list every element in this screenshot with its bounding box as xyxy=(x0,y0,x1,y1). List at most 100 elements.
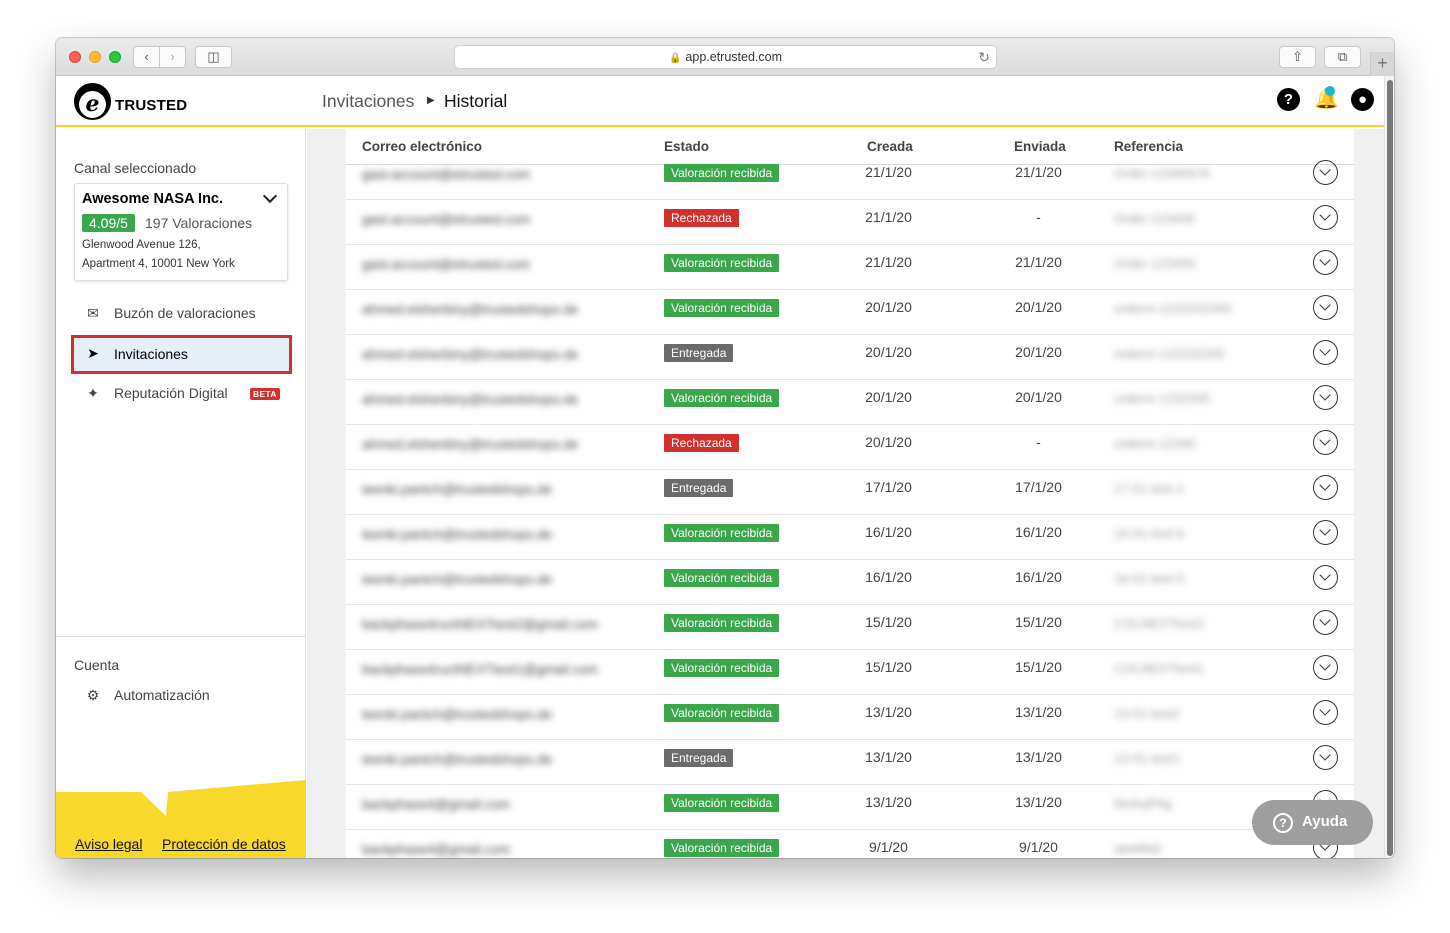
address-bar[interactable]: 🔒 app.etrusted.com ↻ xyxy=(454,45,997,69)
expand-row-chevron-icon[interactable] xyxy=(1313,160,1338,185)
table-row[interactable]: backphase4ructNEXTtest1@gmail.com Valorac… xyxy=(346,650,1354,695)
expand-row-chevron-icon[interactable] xyxy=(1313,745,1338,770)
zoom-window-button[interactable] xyxy=(109,51,121,63)
address-line-2: Apartment 4, 10001 New York xyxy=(82,258,235,270)
table-row[interactable]: teenki.pantch@trustedshops.de Entregada 13… xyxy=(346,740,1354,785)
table-row[interactable]: gast.account@etrusted.com Valoración reci… xyxy=(346,245,1354,290)
table-row[interactable]: ahmed.elsherbiny@trustedshops.de Valoraci… xyxy=(346,380,1354,425)
chevron-down-icon[interactable] xyxy=(262,188,278,204)
etrusted-logo-icon[interactable]: e xyxy=(74,83,111,120)
channel-label: Canal seleccionado xyxy=(74,160,197,176)
breadcrumb-invitaciones[interactable]: Invitaciones xyxy=(322,91,414,112)
status-badge: Valoración recibida xyxy=(664,569,780,587)
breadcrumb-separator-icon: ▶ xyxy=(427,95,435,106)
browser-toolbar: ‹ › ◫ 🔒 app.etrusted.com ↻ ⇧ ⧉ + xyxy=(56,38,1394,76)
table-row[interactable]: ahmed.elsherbiny@trustedshops.de Rechazad… xyxy=(346,425,1354,470)
user-account-icon[interactable]: ● xyxy=(1351,88,1374,111)
column-header-email[interactable]: Correo electrónico xyxy=(362,139,482,154)
created-date-cell: 16/1/20 xyxy=(865,569,912,585)
sidebar-item-buzon[interactable]: ✉ Buzón de valoraciones xyxy=(72,296,290,332)
column-header-reference[interactable]: Referencia xyxy=(1114,139,1183,154)
expand-row-chevron-icon[interactable] xyxy=(1313,565,1338,590)
help-icon[interactable]: ? xyxy=(1277,88,1300,111)
email-cell: ahmed.elsherbiny@trustedshops.de xyxy=(362,302,579,317)
created-date-cell: 21/1/20 xyxy=(865,209,912,225)
close-window-button[interactable] xyxy=(69,51,81,63)
email-cell: gast.account@etrusted.com xyxy=(362,167,531,182)
created-date-cell: 20/1/20 xyxy=(865,299,912,315)
sent-date-cell: 20/1/20 xyxy=(1015,344,1062,360)
reference-cell: MxAxjPkg xyxy=(1114,796,1172,811)
sidebar-toggle-icon[interactable]: ◫ xyxy=(195,46,232,68)
tabs-overview-icon[interactable]: ⧉ xyxy=(1324,46,1361,68)
sent-date-cell: 16/1/20 xyxy=(1015,569,1062,585)
table-row[interactable]: ahmed.elsherbiny@trustedshops.de Valoraci… xyxy=(346,290,1354,335)
created-date-cell: 17/1/20 xyxy=(865,479,912,495)
column-header-status[interactable]: Estado xyxy=(664,139,709,154)
back-icon[interactable]: ‹ xyxy=(133,46,160,68)
expand-row-chevron-icon[interactable] xyxy=(1313,655,1338,680)
column-header-created[interactable]: Creada xyxy=(867,139,913,154)
forward-icon[interactable]: › xyxy=(159,46,186,68)
table-row[interactable]: gast.account@etrusted.com Rechazada 21/1/2… xyxy=(346,200,1354,245)
column-header-sent[interactable]: Enviada xyxy=(1014,139,1066,154)
expand-row-chevron-icon[interactable] xyxy=(1313,340,1338,365)
table-row[interactable]: backphase4ructNEXTtest2@gmail.com Valorac… xyxy=(346,605,1354,650)
status-badge: Entregada xyxy=(664,344,734,362)
email-cell: backphase4@gmail.com xyxy=(362,842,511,857)
expand-row-chevron-icon[interactable] xyxy=(1313,610,1338,635)
created-date-cell: 15/1/20 xyxy=(865,614,912,630)
email-cell: gast.account@etrusted.com xyxy=(362,257,531,272)
reference-cell: 16-01-test-6 xyxy=(1114,526,1185,541)
expand-row-chevron-icon[interactable] xyxy=(1313,520,1338,545)
sidebar-item-automatizacion[interactable]: ⚙ Automatización xyxy=(72,678,290,714)
email-cell: teenki.pantch@trustedshops.de xyxy=(362,572,553,587)
email-cell: teenki.pantch@trustedshops.de xyxy=(362,527,553,542)
channel-selector[interactable]: Awesome NASA Inc. 4.09/5 197 Valoracione… xyxy=(74,183,288,281)
expand-row-chevron-icon[interactable] xyxy=(1313,475,1338,500)
created-date-cell: 13/1/20 xyxy=(865,794,912,810)
email-cell: ahmed.elsherbiny@trustedshops.de xyxy=(362,437,579,452)
notification-dot xyxy=(1325,86,1335,96)
sent-date-cell: - xyxy=(1036,209,1041,225)
aviso-legal-link[interactable]: Aviso legal xyxy=(75,836,142,852)
minimize-window-button[interactable] xyxy=(89,51,101,63)
new-tab-icon[interactable]: + xyxy=(1370,52,1394,76)
sidebar-item-reputacion[interactable]: ✦ Reputación Digital BETA xyxy=(72,376,290,412)
scrollbar-thumb[interactable] xyxy=(1387,80,1393,856)
reference-cell: 17-01-test-1 xyxy=(1114,481,1185,496)
logo-letter: e xyxy=(79,91,106,118)
expand-row-chevron-icon[interactable] xyxy=(1313,250,1338,275)
table-row[interactable]: teenki.pantch@trustedshops.de Valoración … xyxy=(346,695,1354,740)
sidebar-item-invitaciones[interactable]: ➤ Invitaciones xyxy=(71,335,292,374)
lock-icon: 🔒 xyxy=(668,53,682,64)
expand-row-chevron-icon[interactable] xyxy=(1313,205,1338,230)
share-icon[interactable]: ⇧ xyxy=(1279,46,1316,68)
table-row[interactable]: teenki.pantch@trustedshops.de Entregada 17… xyxy=(346,470,1354,515)
sent-date-cell: 13/1/20 xyxy=(1015,749,1062,765)
sidebar-item-label: Reputación Digital xyxy=(114,385,228,401)
expand-row-chevron-icon[interactable] xyxy=(1313,295,1338,320)
status-badge: Valoración recibida xyxy=(664,794,780,812)
table-row[interactable]: teenki.pantch@trustedshops.de Valoración … xyxy=(346,515,1354,560)
help-widget-button[interactable]: ? Ayuda xyxy=(1252,800,1373,845)
table-row[interactable]: teenki.pantch@trustedshops.de Valoración … xyxy=(346,560,1354,605)
table-row[interactable]: ahmed.elsherbiny@trustedshops.de Entregad… xyxy=(346,335,1354,380)
reference-cell: Order-12345678 xyxy=(1114,166,1210,181)
proteccion-datos-link[interactable]: Protección de datos xyxy=(162,836,286,852)
sent-date-cell: 21/1/20 xyxy=(1015,164,1062,180)
created-date-cell: 13/1/20 xyxy=(865,704,912,720)
expand-row-chevron-icon[interactable] xyxy=(1313,385,1338,410)
reload-icon[interactable]: ↻ xyxy=(978,46,990,68)
expand-row-chevron-icon[interactable] xyxy=(1313,430,1338,455)
reviews-count: 197 Valoraciones xyxy=(145,215,253,231)
status-badge: Valoración recibida xyxy=(664,254,780,272)
expand-row-chevron-icon[interactable] xyxy=(1313,700,1338,725)
page-scrollbar[interactable] xyxy=(1384,76,1394,858)
table-row[interactable]: backphase4@gmail.com Valoración recibida 1… xyxy=(346,785,1354,830)
reference-cell: COLNEXTtest1 xyxy=(1114,661,1204,676)
table-row[interactable]: backphase4@gmail.com Valoración recibida 9… xyxy=(346,830,1354,858)
beta-badge: BETA xyxy=(250,388,280,400)
status-badge: Valoración recibida xyxy=(664,659,780,677)
table-row[interactable]: gast.account@etrusted.com Valoración reci… xyxy=(346,155,1354,200)
